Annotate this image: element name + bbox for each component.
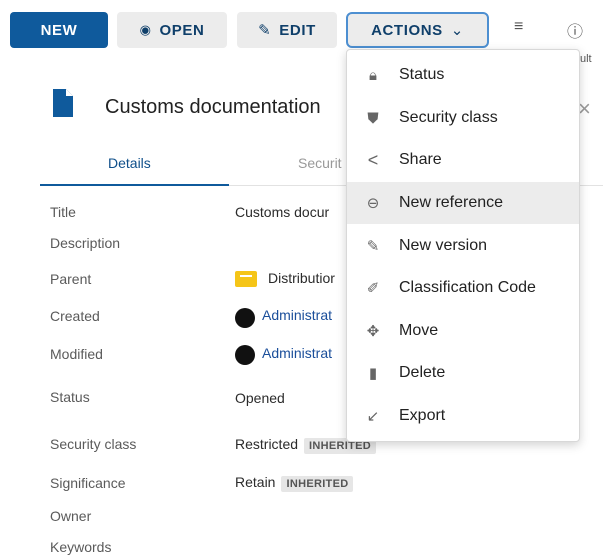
menu-item-delete[interactable]: ▮ Delete — [347, 352, 579, 394]
owner-label: Owner — [50, 508, 92, 524]
share-icon: < — [367, 149, 379, 170]
significance-text: Retain — [235, 474, 276, 490]
actions-menu: 🔒︎ Status ⛊ Security class < Share ⊖ New… — [346, 49, 580, 442]
menu-item-new-reference[interactable]: ⊖ New reference — [347, 182, 579, 224]
menu-item-new-version[interactable]: ✎ New version — [347, 225, 579, 267]
modified-label: Modified — [50, 346, 103, 362]
move-icon: ✥ — [366, 323, 380, 340]
menu-item-label: New reference — [399, 194, 504, 211]
edit-button-label: EDIT — [279, 21, 316, 39]
page-title: Customs documentation — [105, 96, 321, 118]
new-button[interactable]: NEW — [10, 12, 108, 48]
edit-square-icon: ✐ — [366, 280, 380, 297]
folder-icon — [235, 271, 257, 287]
open-button-label: OPEN — [159, 21, 205, 39]
shield-icon: ⛊ — [367, 109, 379, 127]
menu-item-status[interactable]: 🔒︎ Status — [347, 54, 579, 96]
menu-item-label: Classification Code — [399, 279, 536, 296]
description-label: Description — [50, 235, 121, 251]
link-icon: ⊖ — [366, 195, 380, 212]
lock-icon: 🔒︎ — [369, 66, 377, 84]
menu-item-export[interactable]: ↙ Export — [347, 395, 579, 437]
export-arrow-icon: ↙ — [366, 408, 380, 425]
menu-item-label: Security class — [399, 109, 498, 126]
tab-security[interactable]: Securit — [298, 155, 342, 171]
title-label: Title — [50, 204, 76, 220]
edit-button[interactable]: ✎ EDIT — [237, 12, 337, 48]
security-class-label: Security class — [50, 436, 137, 452]
created-value[interactable]: Administrat — [262, 307, 332, 323]
list-icon[interactable]: ≡ — [514, 18, 523, 36]
parent-label: Parent — [50, 271, 92, 287]
menu-item-classification-code[interactable]: ✐ Classification Code — [347, 267, 579, 309]
avatar — [235, 345, 255, 365]
trash-icon: ▮ — [368, 365, 378, 382]
tab-details[interactable]: Details — [108, 155, 151, 171]
menu-item-security-class[interactable]: ⛊ Security class — [347, 97, 579, 139]
avatar — [235, 308, 255, 328]
status-value: Opened — [235, 390, 285, 406]
menu-item-label: Move — [399, 322, 439, 339]
actions-button[interactable]: ACTIONS ⌄ — [346, 12, 489, 48]
menu-item-label: Status — [399, 66, 445, 83]
actions-button-label: ACTIONS — [371, 21, 443, 39]
open-button[interactable]: ◉ OPEN — [117, 12, 227, 48]
menu-item-label: Delete — [399, 364, 446, 381]
modified-value[interactable]: Administrat — [262, 345, 332, 361]
inherited-badge: INHERITED — [281, 476, 354, 492]
pencil-icon: ✎ — [366, 238, 380, 255]
created-label: Created — [50, 308, 100, 324]
title-value: Customs docur — [235, 204, 330, 220]
significance-label: Significance — [50, 475, 126, 491]
new-button-label: NEW — [40, 21, 78, 39]
status-label: Status — [50, 389, 90, 405]
active-tab-indicator — [40, 184, 229, 186]
document-icon — [53, 89, 73, 117]
parent-value[interactable]: Distributior — [268, 270, 335, 286]
menu-item-share[interactable]: < Share — [347, 139, 579, 181]
menu-item-move[interactable]: ✥ Move — [347, 310, 579, 352]
clipped-results-text: ult — [580, 53, 592, 65]
pencil-icon: ✎ — [258, 22, 272, 39]
menu-item-label: Export — [399, 407, 446, 424]
menu-item-label: New version — [399, 237, 488, 254]
menu-item-label: Share — [399, 151, 442, 168]
security-class-text: Restricted — [235, 436, 299, 452]
significance-value: Retain INHERITED — [235, 474, 354, 492]
eye-icon: ◉ — [139, 22, 152, 37]
info-icon[interactable]: ⓘ — [567, 18, 583, 42]
chevron-down-icon: ⌄ — [450, 22, 464, 39]
